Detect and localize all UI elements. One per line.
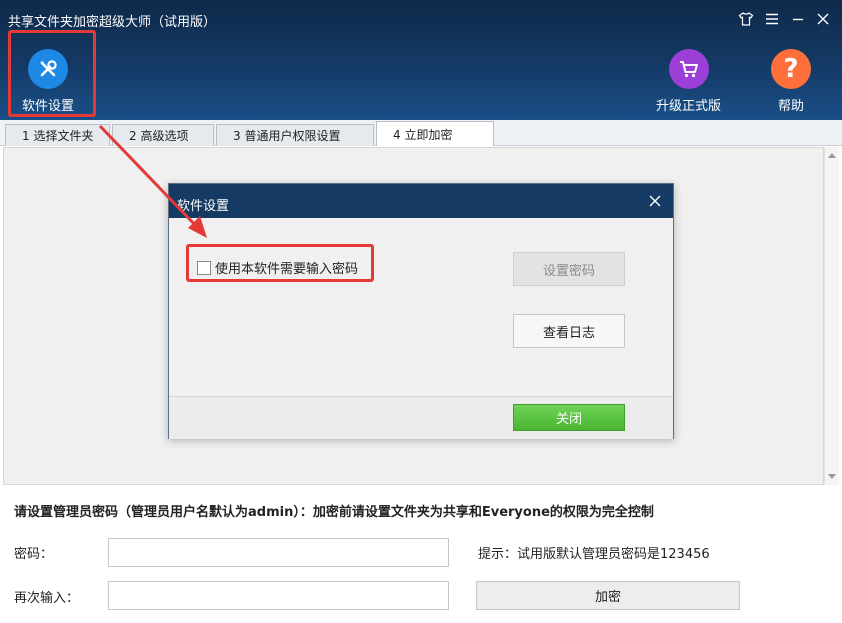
password-input[interactable] <box>108 538 449 567</box>
help-button[interactable]: ? 帮助 <box>771 49 811 114</box>
set-password-button[interactable]: 设置密码 <box>513 252 625 286</box>
window-title: 共享文件夹加密超级大师（试用版） <box>8 15 217 30</box>
dialog-close-icon[interactable] <box>647 193 663 209</box>
confirm-password-input[interactable] <box>108 581 449 610</box>
close-icon[interactable] <box>812 8 834 30</box>
minimize-icon[interactable] <box>787 8 809 30</box>
tab-user-permissions[interactable]: 3 普通用户权限设置 <box>216 124 374 146</box>
require-password-checkbox-row[interactable]: 使用本软件需要输入密码 <box>197 258 358 277</box>
dialog-footer: 关闭 <box>169 396 673 439</box>
tab-advanced-options[interactable]: 2 高级选项 <box>112 124 214 146</box>
password-label: 密码： <box>14 547 54 562</box>
question-icon: ? <box>771 49 811 89</box>
vertical-scrollbar[interactable] <box>824 147 839 485</box>
require-password-checkbox[interactable] <box>197 260 211 275</box>
tab-encrypt-now[interactable]: 4 立即加密 <box>376 121 494 146</box>
admin-password-panel: 请设置管理员密码（管理员用户名默认为admin）：加密前请设置文件夹为共享和Ev… <box>0 487 842 623</box>
menu-icon[interactable] <box>761 8 783 30</box>
shirt-icon[interactable] <box>735 8 757 30</box>
help-label: 帮助 <box>777 99 804 114</box>
dialog-close-button[interactable]: 关闭 <box>513 404 625 431</box>
tab-select-folder[interactable]: 1 选择文件夹 <box>5 124 110 146</box>
tab-bar: 1 选择文件夹 2 高级选项 3 普通用户权限设置 4 立即加密 <box>0 120 842 146</box>
software-settings-button[interactable]: 软件设置 <box>22 49 74 114</box>
tools-icon <box>28 49 68 89</box>
settings-label: 软件设置 <box>22 99 75 114</box>
upgrade-label: 升级正式版 <box>656 99 722 114</box>
scroll-up-icon[interactable] <box>828 153 836 158</box>
admin-password-hint: 请设置管理员密码（管理员用户名默认为admin）：加密前请设置文件夹为共享和Ev… <box>14 505 654 520</box>
trial-password-tip: 提示：试用版默认管理员密码是123456 <box>478 547 710 562</box>
app-header: 共享文件夹加密超级大师（试用版） 软件设置 升级正式版 ? 帮助 <box>0 0 842 120</box>
encrypt-button[interactable]: 加密 <box>476 581 740 610</box>
require-password-label: 使用本软件需要输入密码 <box>215 262 359 277</box>
confirm-password-label: 再次输入： <box>14 591 80 606</box>
dialog-title: 软件设置 <box>177 199 230 214</box>
dialog-title-bar: 软件设置 <box>169 184 673 218</box>
cart-icon <box>668 49 709 89</box>
scroll-down-icon[interactable] <box>828 474 836 479</box>
settings-dialog: 软件设置 使用本软件需要输入密码 设置密码 查看日志 关闭 <box>168 183 674 439</box>
view-log-button[interactable]: 查看日志 <box>513 314 625 348</box>
upgrade-button[interactable]: 升级正式版 <box>656 49 721 114</box>
